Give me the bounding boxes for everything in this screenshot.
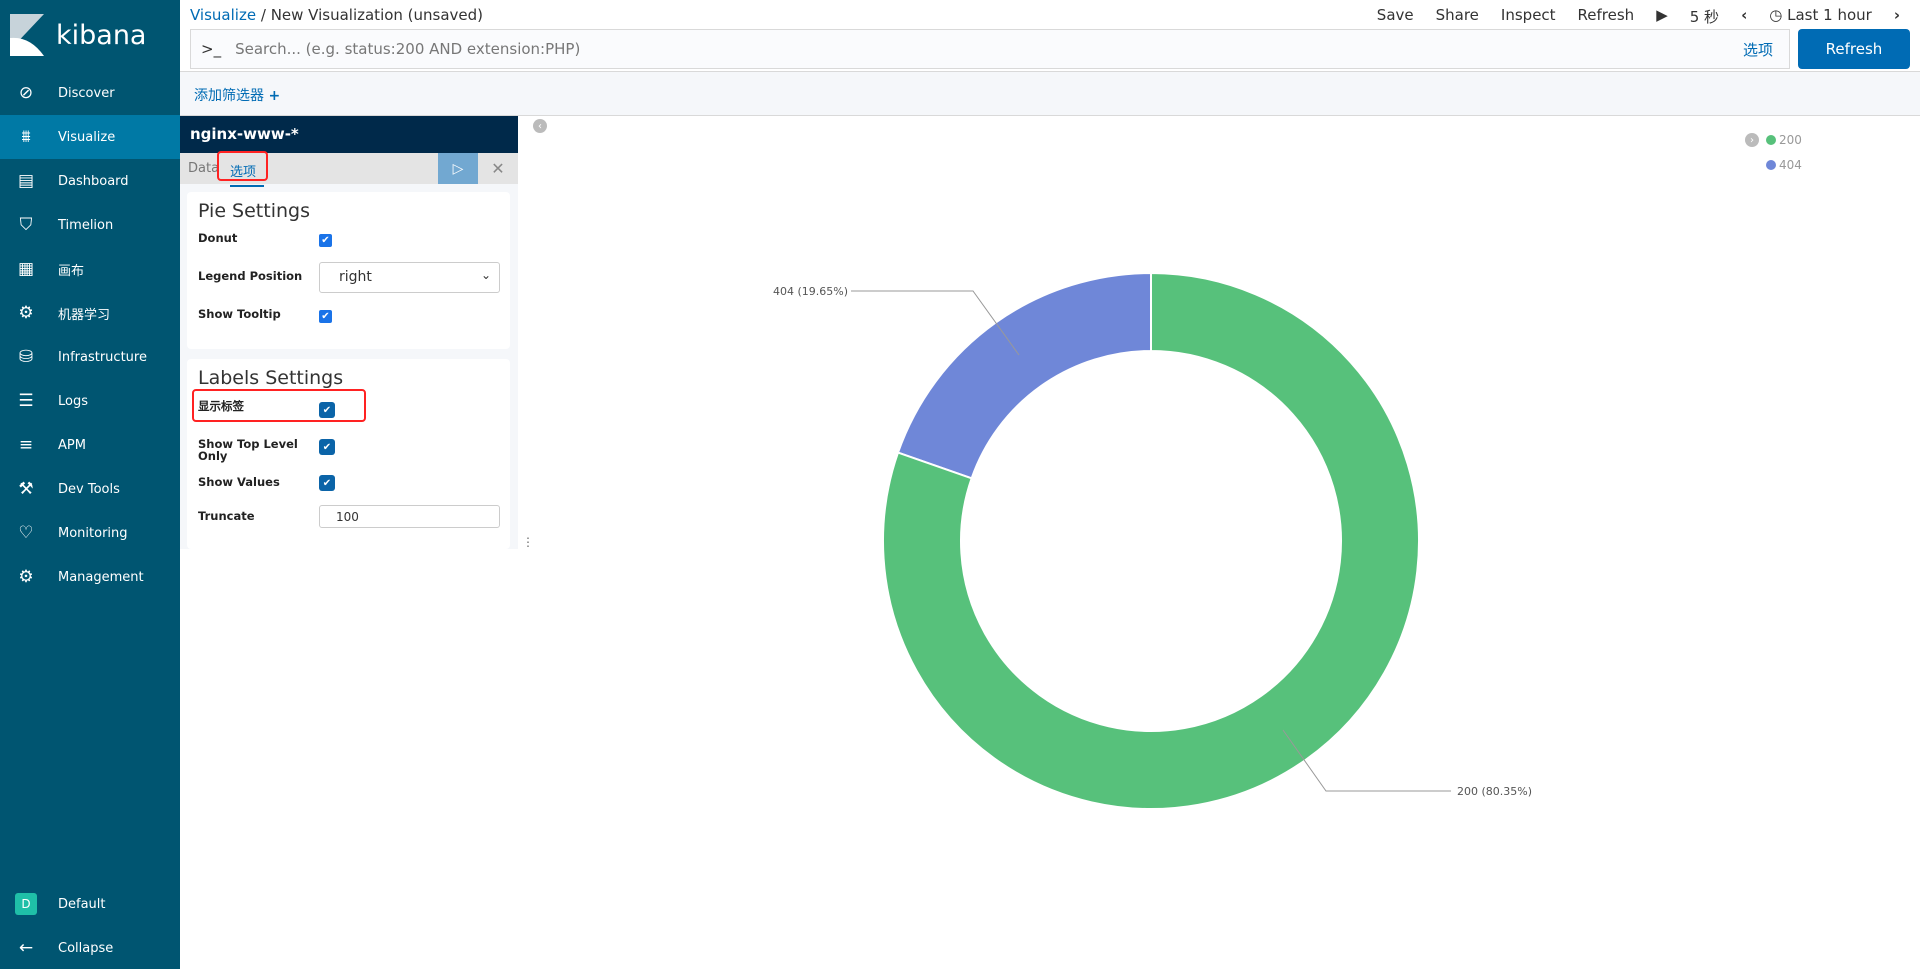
search-placeholder: Search... (e.g. status:200 AND extension… bbox=[235, 40, 581, 58]
sidebar-item-discover[interactable]: ⊘ Discover bbox=[0, 71, 180, 115]
chevron-left-icon[interactable]: ‹ bbox=[1741, 6, 1747, 27]
sidebar-item-logs[interactable]: ☰ Logs bbox=[0, 379, 180, 423]
sidebar-item-label: Infrastructure bbox=[58, 349, 147, 365]
gear-icon: ⚙ bbox=[18, 567, 34, 587]
sidebar: kibana ⊘ Discover ⩩ Visualize ▤ Dashboard ⛉ Tim… bbox=[0, 0, 180, 969]
refresh-interval[interactable]: 5 秒 bbox=[1690, 6, 1719, 27]
chevron-down-icon: ⌄ bbox=[480, 268, 491, 282]
sidebar-item-visualize[interactable]: ⩩ Visualize bbox=[0, 115, 180, 159]
collapse-label: Collapse bbox=[58, 940, 114, 956]
apm-icon: ≡ bbox=[18, 435, 34, 455]
visualize-icon: ⩩ bbox=[21, 127, 31, 147]
editor-panel: nginx-www-* Data 选项 ▷ ✕ Pie Settings Don… bbox=[180, 116, 518, 549]
play-icon[interactable]: ▶ bbox=[1656, 6, 1668, 27]
breadcrumb-current: New Visualization (unsaved) bbox=[270, 6, 484, 24]
sidebar-item-画布[interactable]: ▦ 画布 bbox=[0, 247, 180, 291]
show-top-level-checkbox[interactable]: ✔ bbox=[319, 439, 335, 455]
time-picker[interactable]: ◷ Last 1 hour bbox=[1769, 6, 1872, 27]
sidebar-item-label: Dev Tools bbox=[58, 481, 120, 497]
sidebar-item-label: Discover bbox=[58, 85, 115, 101]
machine-learning-icon: ⚙ bbox=[18, 303, 34, 323]
show-tooltip-label: Show Tooltip bbox=[198, 307, 281, 321]
sidebar-item-label: Visualize bbox=[58, 129, 116, 145]
sidebar-item-label: Dashboard bbox=[58, 173, 129, 189]
truncate-input[interactable]: 100 bbox=[319, 505, 500, 528]
legend-position-label: Legend Position bbox=[198, 269, 303, 283]
space-selector[interactable]: D Default bbox=[0, 882, 180, 926]
index-pattern-title: nginx-www-* bbox=[180, 116, 518, 153]
donut-label: Donut bbox=[198, 231, 238, 245]
compass-icon: ⊘ bbox=[18, 83, 34, 103]
sidebar-item-monitoring[interactable]: ♡ Monitoring bbox=[0, 511, 180, 555]
sidebar-item-label: Logs bbox=[58, 393, 88, 409]
show-values-checkbox[interactable]: ✔ bbox=[319, 475, 335, 491]
sidebar-item-timelion[interactable]: ⛉ Timelion bbox=[0, 203, 180, 247]
prompt-icon: >_ bbox=[201, 40, 222, 58]
breadcrumb-visualize[interactable]: Visualize bbox=[190, 6, 256, 24]
refresh-menu-button[interactable]: Refresh bbox=[1578, 6, 1635, 27]
highlight-box bbox=[217, 151, 268, 181]
labels-settings-card: Labels Settings 显示标签 ✔ Show Top Level On… bbox=[187, 359, 510, 549]
donut-checkbox[interactable]: ✔ bbox=[319, 234, 332, 247]
show-values-label: Show Values bbox=[198, 475, 280, 489]
slice-label-200: 200 (80.35%) bbox=[1457, 785, 1532, 798]
chart-area: ‹ › 200 404 404 (19.65%) 200 (80.35%) bbox=[530, 116, 1920, 969]
logs-icon: ☰ bbox=[18, 391, 34, 411]
donut-chart: 404 (19.65%) 200 (80.35%) bbox=[773, 271, 1532, 810]
sidebar-item-dev-tools[interactable]: ⚒ Dev Tools bbox=[0, 467, 180, 511]
slice-404[interactable] bbox=[896, 271, 1152, 480]
slice-label-404: 404 (19.65%) bbox=[773, 285, 848, 298]
sidebar-item-management[interactable]: ⚙ Management bbox=[0, 555, 180, 599]
inspect-button[interactable]: Inspect bbox=[1501, 6, 1556, 27]
sidebar-item-label: APM bbox=[58, 437, 86, 453]
collapse-button[interactable]: ← Collapse bbox=[0, 926, 180, 970]
wrench-icon: ⚒ bbox=[18, 479, 34, 499]
plus-icon: + bbox=[268, 88, 281, 104]
sidebar-item-label: Timelion bbox=[58, 217, 114, 233]
highlight-box bbox=[192, 389, 366, 422]
show-top-level-label: Show Top Level Only bbox=[198, 437, 298, 463]
timelion-icon: ⛉ bbox=[19, 215, 33, 235]
space-avatar: D bbox=[14, 892, 38, 916]
sidebar-item-机器学习[interactable]: ⚙ 机器学习 bbox=[0, 291, 180, 335]
breadcrumb: Visualize / New Visualization (unsaved) bbox=[190, 6, 483, 24]
pie-settings-title: Pie Settings bbox=[198, 200, 310, 222]
chevron-right-icon[interactable]: › bbox=[1894, 6, 1900, 27]
tab-data[interactable]: Data bbox=[188, 161, 219, 176]
sidebar-item-label: Monitoring bbox=[58, 525, 128, 541]
pie-settings-card: Pie Settings Donut ✔ Legend Position rig… bbox=[187, 192, 510, 349]
legend-position-select[interactable]: right ⌄ bbox=[319, 262, 500, 293]
show-tooltip-checkbox[interactable]: ✔ bbox=[319, 310, 332, 323]
sidebar-item-dashboard[interactable]: ▤ Dashboard bbox=[0, 159, 180, 203]
truncate-label: Truncate bbox=[198, 509, 255, 523]
kibana-logo-icon bbox=[10, 14, 44, 56]
filter-bar: 添加筛选器 + bbox=[180, 71, 1920, 116]
arrow-left-icon: ← bbox=[18, 938, 34, 958]
app-name: kibana bbox=[56, 19, 147, 51]
search-input[interactable]: >_ Search... (e.g. status:200 AND extens… bbox=[190, 29, 1790, 69]
clock-icon: ◷ bbox=[1769, 6, 1783, 24]
dashboard-icon: ▤ bbox=[17, 171, 35, 191]
kibana-logo[interactable]: kibana bbox=[10, 14, 146, 56]
sidebar-item-infrastructure[interactable]: ⛁ Infrastructure bbox=[0, 335, 180, 379]
breadcrumb-separator: / bbox=[260, 6, 266, 24]
search-options-button[interactable]: 选项 bbox=[1743, 39, 1773, 60]
add-filter-button[interactable]: 添加筛选器 + bbox=[194, 88, 280, 104]
sidebar-item-label: 机器学习 bbox=[58, 307, 111, 323]
save-button[interactable]: Save bbox=[1377, 6, 1414, 27]
apply-button[interactable]: ▷ bbox=[438, 153, 478, 184]
sidebar-item-apm[interactable]: ≡ APM bbox=[0, 423, 180, 467]
close-icon[interactable]: ✕ bbox=[478, 153, 518, 184]
infrastructure-icon: ⛁ bbox=[18, 347, 34, 367]
heartbeat-icon: ♡ bbox=[18, 523, 34, 543]
share-button[interactable]: Share bbox=[1436, 6, 1479, 27]
sidebar-item-label: Management bbox=[58, 569, 144, 585]
canvas-icon: ▦ bbox=[17, 259, 35, 279]
sidebar-item-label: 画布 bbox=[58, 263, 85, 279]
labels-settings-title: Labels Settings bbox=[198, 367, 344, 389]
space-label: Default bbox=[58, 896, 106, 912]
refresh-button[interactable]: Refresh bbox=[1798, 29, 1910, 69]
